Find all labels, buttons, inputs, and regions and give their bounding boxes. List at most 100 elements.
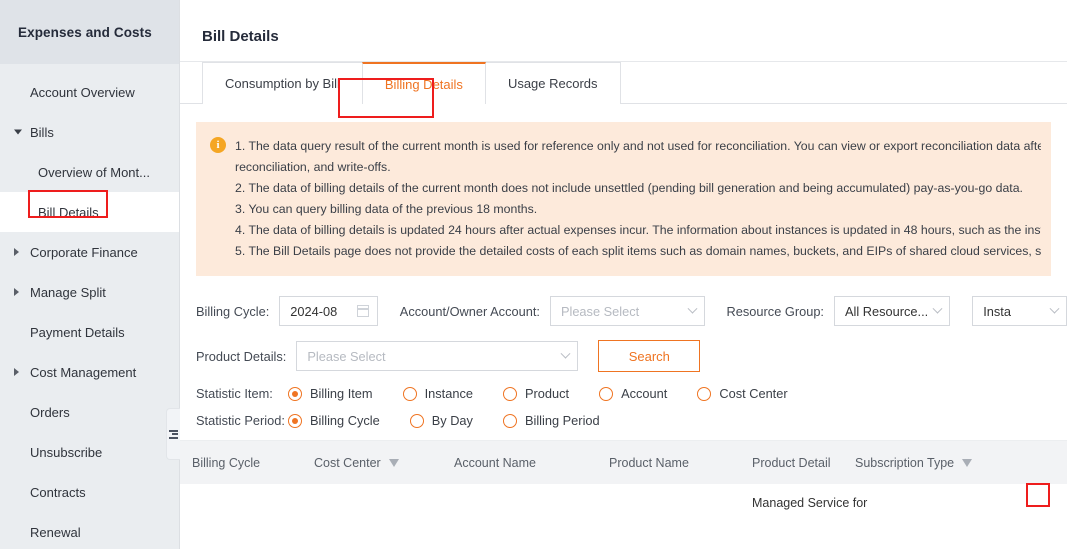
tab-label: Usage Records (507, 76, 598, 91)
calendar-icon[interactable] (356, 305, 369, 317)
notice-line: 1. The data query result of the current … (235, 139, 1041, 153)
radio-label: Product (524, 386, 570, 401)
sidebar-item-bill-details[interactable]: Bill Details (0, 192, 179, 232)
column-header-label: Account Name (454, 455, 536, 470)
radio-dot-icon (697, 386, 712, 401)
column-header-product-name: Product Name (609, 456, 752, 470)
sidebar-item-overview-of-monthly[interactable]: Overview of Mont... (0, 152, 179, 192)
chevron-down-icon (560, 348, 571, 359)
radio-statistic-item-instance[interactable]: Instance (402, 386, 473, 401)
sidebar-header: Expenses and Costs (0, 0, 179, 64)
caret-down-icon (14, 129, 22, 135)
filter-row-2: Product Details: Please Select Search (196, 340, 1067, 372)
sidebar-item-label: Contracts (30, 484, 86, 500)
filter-row-1: Billing Cycle: 2024-08 Account/Owner Acc… (196, 296, 1067, 326)
radio-label: Cost Center (719, 386, 788, 401)
radio-dot-icon (502, 386, 517, 401)
billing-cycle-input[interactable]: 2024-08 (279, 296, 378, 326)
column-header-label: Product Name (609, 455, 689, 470)
radio-dot-icon (502, 413, 517, 428)
sidebar-item-label: Renewal (30, 524, 81, 540)
resource-group-select[interactable]: All Resource... (834, 296, 951, 326)
chevron-down-icon (687, 303, 697, 314)
radio-dot-icon (409, 413, 424, 428)
tab-label: Consumption by Bill (225, 76, 340, 91)
sidebar-item-label: Bills (30, 124, 54, 140)
column-header-account-name: Account Name (454, 456, 609, 470)
notice-line: 2. The data of billing details of the cu… (235, 181, 1023, 195)
account-owner-account-select[interactable]: Please Select (549, 296, 705, 326)
notice-line: 5. The Bill Details page does not provid… (235, 244, 1041, 258)
sidebar-item-bills[interactable]: Bills (0, 112, 179, 152)
sidebar-item-contracts[interactable]: Contracts (0, 472, 179, 512)
statistic-item-label: Statistic Item: (196, 386, 273, 401)
filter-icon[interactable] (962, 458, 973, 467)
radio-statistic-item-cost-center[interactable]: Cost Center (697, 386, 788, 401)
caret-right-icon (14, 248, 19, 256)
sidebar-item-label: Unsubscribe (30, 444, 103, 460)
notice-line: 3. You can query billing data of the pre… (235, 202, 538, 216)
sidebar-item-label: Manage Split (30, 284, 106, 300)
sidebar-item-payment-details[interactable]: Payment Details (0, 312, 179, 352)
filter-icon[interactable] (388, 458, 399, 467)
sidebar-item-label: Bill Details (38, 204, 99, 220)
radio-statistic-item-account[interactable]: Account (599, 386, 667, 401)
radio-statistic-item-product[interactable]: Product (502, 386, 570, 401)
radio-dot-icon (599, 386, 614, 401)
radio-label: By Day (431, 413, 473, 428)
radio-dot-icon (288, 386, 302, 401)
search-button-label: Search (628, 348, 670, 364)
sidebar-item-manage-split[interactable]: Manage Split (0, 272, 179, 312)
table-header-row: Billing Cycle Cost Center Account Name P… (180, 440, 1067, 484)
radio-label: Instance (424, 386, 473, 401)
sidebar-item-label: Orders (30, 404, 70, 420)
sidebar-item-label: Overview of Mont... (38, 164, 150, 180)
collapse-bars-icon (169, 428, 178, 440)
tab-label: Billing Details (384, 76, 463, 92)
sidebar-item-account-overview[interactable]: Account Overview (0, 72, 179, 112)
sidebar-item-label: Account Overview (30, 84, 135, 100)
info-icon: i (210, 137, 226, 153)
sidebar-item-label: Corporate Finance (30, 244, 138, 260)
radio-dot-icon (288, 413, 302, 428)
instance-select[interactable]: Insta (972, 296, 1067, 326)
tab-billing-details[interactable]: Billing Details (361, 62, 486, 104)
radio-statistic-period-billing-cycle[interactable]: Billing Cycle (288, 413, 380, 428)
resource-group-value: All Resource... (845, 303, 929, 319)
search-button[interactable]: Search (598, 340, 701, 372)
product-details-select[interactable]: Please Select (296, 341, 579, 371)
collapse-sidebar-icon[interactable] (166, 408, 180, 460)
sidebar-item-label: Cost Management (30, 364, 137, 380)
filter-panel: Billing Cycle: 2024-08 Account/Owner Acc… (180, 276, 1067, 428)
resource-group-label: Resource Group: (726, 303, 824, 319)
tab-bar: Consumption by Bill Billing Details Usag… (180, 62, 1067, 104)
caret-right-icon (14, 288, 19, 296)
billing-cycle-value: 2024-08 (290, 303, 338, 319)
app-root: Expenses and Costs Account Overview Bill… (0, 0, 1067, 549)
column-header-label: Subscription Type (855, 455, 955, 470)
tab-consumption-by-bill[interactable]: Consumption by Bill (202, 62, 363, 104)
product-details-label: Product Details: (196, 348, 287, 364)
column-header-product-detail: Product Detail (752, 456, 855, 470)
chevron-down-icon (1049, 303, 1060, 314)
tab-usage-records[interactable]: Usage Records (484, 62, 621, 104)
table-row[interactable]: Managed Service for (180, 484, 1067, 524)
sidebar-item-cost-management[interactable]: Cost Management (0, 352, 179, 392)
notice-line: reconciliation, and write-offs. (235, 160, 391, 174)
sidebar-item-unsubscribe[interactable]: Unsubscribe (0, 432, 179, 472)
statistic-period-label: Statistic Period: (196, 413, 285, 428)
radio-statistic-period-by-day[interactable]: By Day (409, 413, 473, 428)
statistic-item-row: Statistic Item: Billing Item Instance Pr… (196, 386, 1067, 401)
radio-statistic-item-billing-item[interactable]: Billing Item (288, 386, 373, 401)
bill-details-table: Billing Cycle Cost Center Account Name P… (180, 440, 1067, 524)
sidebar-item-renewal[interactable]: Renewal (0, 512, 179, 549)
sidebar: Expenses and Costs Account Overview Bill… (0, 0, 180, 549)
radio-label: Account (621, 386, 668, 401)
radio-dot-icon (402, 386, 417, 401)
radio-statistic-period-billing-period[interactable]: Billing Period (502, 413, 600, 428)
column-header-cost-center: Cost Center (314, 456, 454, 470)
chevron-down-icon (932, 303, 943, 314)
sidebar-item-corporate-finance[interactable]: Corporate Finance (0, 232, 179, 272)
sidebar-item-orders[interactable]: Orders (0, 392, 179, 432)
column-header-label: Cost Center (314, 455, 381, 470)
